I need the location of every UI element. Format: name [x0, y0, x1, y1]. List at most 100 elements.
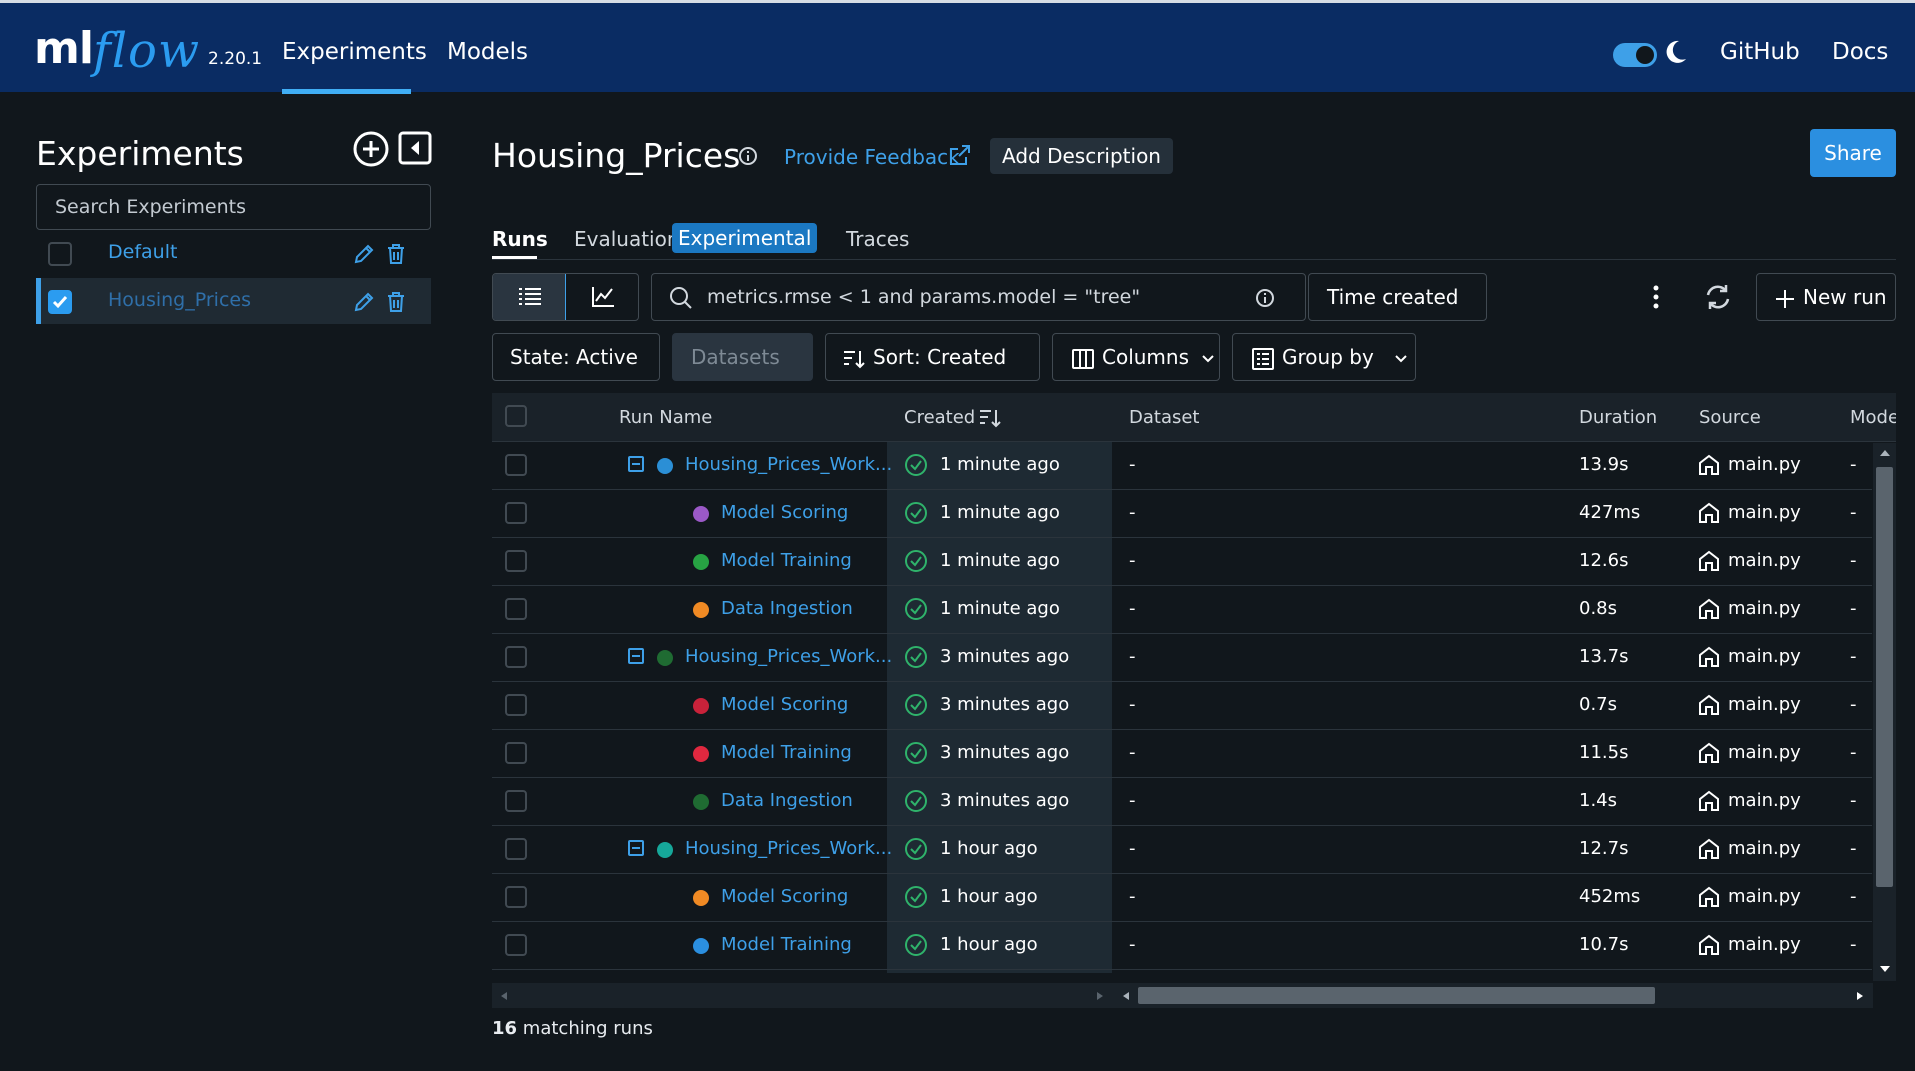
add-description-button[interactable]: Add Description — [990, 138, 1173, 174]
run-created[interactable]: 3 minutes ago — [940, 694, 1069, 715]
run-source[interactable]: main.py — [1728, 838, 1801, 859]
run-created[interactable]: 1 minute ago — [940, 502, 1060, 523]
github-link[interactable]: GitHub — [1720, 39, 1800, 65]
provide-feedback-link[interactable]: Provide Feedback — [784, 145, 960, 169]
run-name-link[interactable]: Housing_Prices_Work... — [685, 646, 892, 667]
run-created[interactable]: 1 minute ago — [940, 454, 1060, 475]
tab-evaluation[interactable]: Evaluation — [574, 227, 680, 251]
run-source[interactable]: main.py — [1728, 502, 1801, 523]
row-checkbox[interactable] — [505, 790, 527, 812]
run-name-link[interactable]: Model Training — [721, 934, 852, 955]
run-name-link[interactable]: Model Scoring — [721, 886, 848, 907]
run-created[interactable]: 1 minute ago — [940, 598, 1060, 619]
column-header-source[interactable]: Source — [1699, 407, 1761, 428]
scroll-right-icon[interactable] — [1096, 991, 1104, 1001]
collapse-group-icon[interactable] — [628, 648, 644, 664]
run-name-link[interactable]: Housing_Prices_Work... — [685, 838, 892, 859]
run-name-link[interactable]: Model Scoring — [721, 694, 848, 715]
sort-descending-icon[interactable] — [979, 407, 1001, 429]
external-link-icon[interactable] — [948, 143, 972, 167]
refresh-icon[interactable] — [1704, 283, 1732, 311]
search-experiments-input[interactable] — [36, 184, 431, 230]
pencil-icon[interactable] — [352, 290, 376, 314]
run-name-link[interactable]: Model Training — [721, 742, 852, 763]
table-row[interactable]: Housing_Prices_Work... 3 minutes ago - 13.7… — [492, 634, 1872, 682]
mlflow-logo[interactable]: ml flow 2.20.1 — [34, 17, 262, 81]
run-source[interactable]: main.py — [1728, 694, 1801, 715]
table-row[interactable]: Data Ingestion 1 minute ago - 0.8s main.py - — [492, 586, 1872, 634]
run-search-input[interactable]: metrics.rmse < 1 and params.model = "tre… — [651, 273, 1306, 321]
dark-mode-toggle[interactable] — [1613, 43, 1657, 67]
horizontal-scroll-thumb[interactable] — [1138, 987, 1655, 1004]
table-row[interactable]: Model Training 1 hour ago - 10.7s main.py - — [492, 922, 1872, 970]
experiment-item-housing-prices[interactable]: Housing_Prices — [36, 278, 431, 324]
collapse-group-icon[interactable] — [628, 456, 644, 472]
run-source[interactable]: main.py — [1728, 790, 1801, 811]
vertical-scrollbar[interactable] — [1873, 443, 1896, 981]
trash-icon[interactable] — [386, 290, 406, 314]
run-source[interactable]: main.py — [1728, 646, 1801, 667]
row-checkbox[interactable] — [505, 646, 527, 668]
run-source[interactable]: main.py — [1728, 454, 1801, 475]
scroll-right-icon[interactable] — [1856, 991, 1864, 1001]
table-row[interactable]: Model Scoring 3 minutes ago - 0.7s main.py - — [492, 682, 1872, 730]
run-created[interactable]: 1 hour ago — [940, 934, 1038, 955]
vertical-scroll-thumb[interactable] — [1876, 467, 1893, 887]
row-checkbox[interactable] — [505, 934, 527, 956]
run-name-link[interactable]: Data Ingestion — [721, 598, 853, 619]
scroll-down-icon[interactable] — [1879, 965, 1891, 973]
experiment-label[interactable]: Housing_Prices — [108, 289, 251, 311]
row-checkbox[interactable] — [505, 838, 527, 860]
table-row[interactable]: Housing_Prices_Work... 1 hour ago - 12.7s ma… — [492, 826, 1872, 874]
tab-runs[interactable]: Runs — [492, 227, 548, 251]
collapse-group-icon[interactable] — [628, 840, 644, 856]
columns-dropdown[interactable]: Columns — [1052, 333, 1220, 381]
column-header-run-name[interactable]: Run Name — [619, 407, 712, 428]
table-row[interactable]: Model Scoring 1 hour ago - 452ms main.py - — [492, 874, 1872, 922]
state-filter-dropdown[interactable]: State: Active — [492, 333, 660, 408]
run-created[interactable]: 1 hour ago — [940, 838, 1038, 859]
group-by-dropdown[interactable]: Group by — [1232, 333, 1416, 381]
experiment-checkbox[interactable] — [48, 242, 72, 266]
experiment-label[interactable]: Default — [108, 241, 177, 263]
row-checkbox[interactable] — [505, 694, 527, 716]
run-name-link[interactable]: Model Training — [721, 550, 852, 571]
scroll-left-icon[interactable] — [1122, 991, 1130, 1001]
time-created-dropdown[interactable]: Time created — [1308, 273, 1487, 348]
list-view-button[interactable] — [493, 274, 566, 320]
run-source[interactable]: main.py — [1728, 550, 1801, 571]
new-run-button[interactable]: New run — [1756, 273, 1896, 321]
sort-dropdown[interactable]: Sort: Created — [825, 333, 1040, 408]
column-header-duration[interactable]: Duration — [1579, 407, 1657, 428]
datasets-dropdown[interactable]: Datasets — [672, 333, 813, 408]
run-name-link[interactable]: Model Scoring — [721, 502, 848, 523]
chart-view-button[interactable] — [567, 274, 638, 320]
table-row[interactable]: Data Ingestion 3 minutes ago - 1.4s main.py - — [492, 778, 1872, 826]
column-header-model[interactable]: Mode — [1850, 407, 1896, 428]
nav-models[interactable]: Models — [447, 39, 528, 65]
run-created[interactable]: 3 minutes ago — [940, 790, 1069, 811]
info-icon[interactable] — [1255, 288, 1275, 308]
docs-link[interactable]: Docs — [1832, 39, 1888, 65]
more-options-icon[interactable] — [1653, 285, 1659, 309]
select-all-checkbox[interactable] — [505, 405, 527, 427]
info-icon[interactable] — [738, 146, 758, 166]
tab-traces[interactable]: Traces — [846, 227, 909, 251]
horizontal-scrollbar[interactable] — [492, 983, 1873, 1008]
table-row[interactable]: Model Training 3 minutes ago - 11.5s main.py… — [492, 730, 1872, 778]
run-source[interactable]: main.py — [1728, 742, 1801, 763]
run-created[interactable]: 3 minutes ago — [940, 742, 1069, 763]
run-created[interactable]: 3 minutes ago — [940, 646, 1069, 667]
table-row[interactable]: Model Scoring 1 minute ago - 427ms main.py - — [492, 490, 1872, 538]
row-checkbox[interactable] — [505, 454, 527, 476]
pencil-icon[interactable] — [352, 242, 376, 266]
collapse-sidebar-icon[interactable] — [397, 130, 433, 166]
trash-icon[interactable] — [386, 242, 406, 266]
row-checkbox[interactable] — [505, 502, 527, 524]
column-header-dataset[interactable]: Dataset — [1129, 407, 1200, 428]
scroll-up-icon[interactable] — [1879, 449, 1891, 457]
row-checkbox[interactable] — [505, 550, 527, 572]
share-button[interactable]: Share — [1810, 129, 1896, 177]
run-name-link[interactable]: Data Ingestion — [721, 790, 853, 811]
run-created[interactable]: 1 hour ago — [940, 886, 1038, 907]
